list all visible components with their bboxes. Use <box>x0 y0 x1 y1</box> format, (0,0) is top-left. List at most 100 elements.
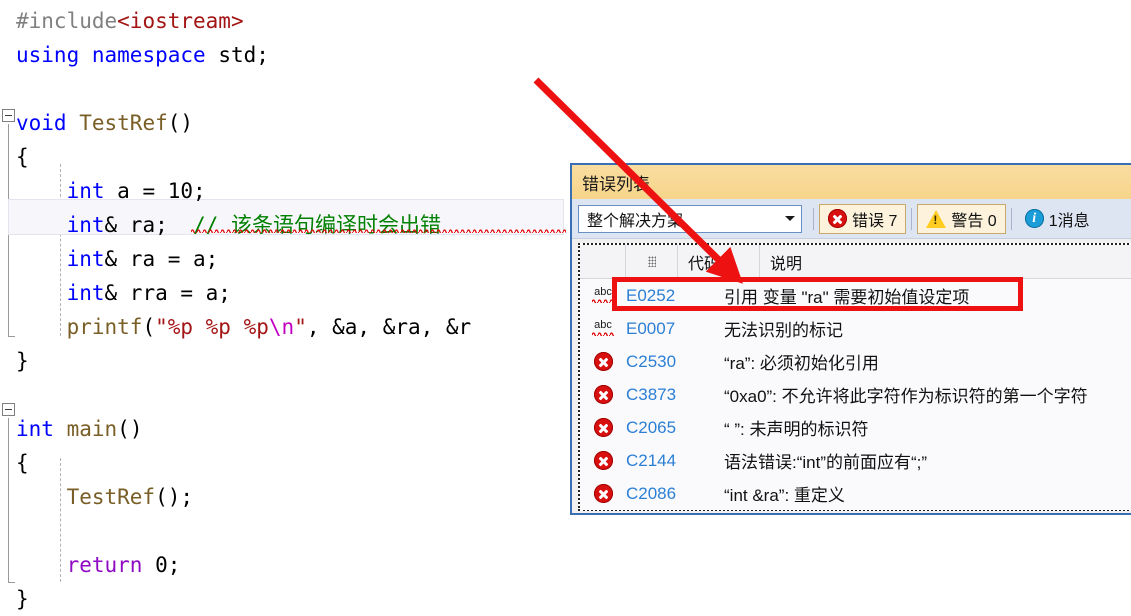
code-line[interactable]: TestRef(); <box>0 480 193 514</box>
code-line-text: } <box>0 582 29 616</box>
code-token: () <box>167 111 194 135</box>
abc-squiggle-icon: abc <box>590 286 616 306</box>
code-line[interactable]: { <box>0 446 29 480</box>
code-line[interactable]: } <box>0 344 29 378</box>
error-row-code: C3873 <box>626 384 677 404</box>
warnings-filter-button[interactable]: 警告 0 <box>917 203 1006 234</box>
code-token: int <box>16 417 54 441</box>
code-line[interactable] <box>0 72 16 106</box>
code-token: & ra = a; <box>104 247 219 271</box>
toolbar-separator <box>911 207 913 230</box>
code-token: int <box>66 247 105 271</box>
code-token: \n <box>268 315 295 339</box>
code-token: , &a, &ra, &r <box>306 315 472 339</box>
code-token: main <box>66 417 118 441</box>
messages-filter-button[interactable]: 1消息 <box>1017 204 1098 234</box>
error-row[interactable]: abc E0007 无法识别的标记 <box>580 312 1131 345</box>
code-line-text: void TestRef() <box>0 106 193 140</box>
code-token: (); <box>155 485 194 509</box>
errors-filter-button[interactable]: 错误 7 <box>819 203 907 234</box>
error-row-icon-cell <box>580 418 626 437</box>
code-token: a = <box>104 179 168 203</box>
error-list-toolbar[interactable]: 整个解决方案 错误 7 警告 0 1消息 <box>572 199 1131 239</box>
code-line[interactable]: int& ra; // 该条语句编译时会出错 <box>0 208 441 242</box>
code-line[interactable] <box>0 378 16 412</box>
code-token: void <box>16 111 67 135</box>
code-line-text: } <box>0 344 29 378</box>
error-list-grid[interactable]: 代码 说明 abc E0252 引用 变量 "ra" 需要初始值设定项 abc E000… <box>578 243 1131 511</box>
code-token: () <box>117 417 143 441</box>
code-token: { <box>16 145 29 169</box>
error-row-code: C2530 <box>626 351 677 371</box>
toolbar-separator <box>1010 207 1012 230</box>
code-token: TestRef <box>79 111 168 135</box>
error-row-icon-cell <box>580 352 626 371</box>
column-header-icon[interactable] <box>580 245 626 278</box>
code-line[interactable]: return 0; <box>0 548 181 582</box>
code-line[interactable] <box>0 514 16 548</box>
info-icon <box>1024 209 1044 228</box>
abc-icon-text: abc <box>594 285 612 298</box>
code-token: printf <box>66 315 143 339</box>
code-token: int <box>66 281 105 305</box>
code-line[interactable]: #include<iostream> <box>0 4 244 38</box>
error-row-code: E0252 <box>626 285 676 305</box>
error-list-panel[interactable]: 错误列表 整个解决方案 错误 7 警告 0 1消息 代码 <box>570 163 1131 515</box>
error-row-description: “ ”: 未声明的标识符 <box>724 420 869 439</box>
abc-icon-squiggle <box>592 330 614 336</box>
code-token: ; <box>256 43 269 67</box>
error-row[interactable]: abc E0252 引用 变量 "ra" 需要初始值设定项 <box>580 279 1131 312</box>
code-line[interactable]: int& rra = a; <box>0 276 231 310</box>
code-token: return <box>66 553 143 577</box>
scope-dropdown[interactable]: 整个解决方案 <box>578 204 802 233</box>
error-row[interactable]: C2065 “ ”: 未声明的标识符 <box>580 411 1131 444</box>
abc-icon-text: abc <box>594 318 612 331</box>
error-row-icon-cell <box>580 385 626 404</box>
error-row[interactable]: C2086 “int &ra”: 重定义 <box>580 477 1131 510</box>
code-token: ( <box>142 315 156 339</box>
abc-squiggle-icon: abc <box>590 319 616 339</box>
toolbar-separator <box>813 207 814 230</box>
error-row[interactable]: C2530 “ra”: 必须初始化引用 <box>580 345 1131 378</box>
error-row-description: 无法识别的标记 <box>724 321 843 340</box>
error-row-code: C2086 <box>626 483 677 503</box>
code-token: ; <box>193 179 206 203</box>
code-line-text: return 0; <box>0 548 181 582</box>
error-row[interactable]: C3873 “0xa0”: 不允许将此字符作为标识符的第一个字符 <box>580 378 1131 411</box>
code-token: ; <box>167 553 181 577</box>
error-list-titlebar: 错误列表 <box>572 165 1131 199</box>
error-icon <box>593 385 613 404</box>
code-line[interactable]: printf("%p %p %p\n", &a, &ra, &r <box>0 310 472 344</box>
code-line-text: using namespace std; <box>0 38 269 72</box>
column-header-code[interactable]: 代码 <box>678 245 760 278</box>
code-line-text: #include<iostream> <box>0 4 244 38</box>
grip-dots-icon <box>647 256 656 267</box>
code-line[interactable]: using namespace std; <box>0 38 269 72</box>
code-line-text: printf("%p %p %p\n", &a, &ra, &r <box>0 310 472 344</box>
code-line[interactable]: } <box>0 582 29 616</box>
messages-filter-label: 1消息 <box>1048 212 1090 230</box>
code-token: <iostream> <box>117 9 244 33</box>
code-token: using <box>16 43 80 67</box>
code-line[interactable]: int a = 10; <box>0 174 206 208</box>
code-token: 10 <box>167 179 194 203</box>
code-line[interactable]: void TestRef() <box>0 106 193 140</box>
error-row-description: “0xa0”: 不允许将此字符作为标识符的第一个字符 <box>724 387 1088 406</box>
errors-filter-label: 错误 7 <box>852 212 898 230</box>
code-line[interactable]: int& ra = a; <box>0 242 219 276</box>
column-header-grip[interactable] <box>626 245 678 278</box>
code-line[interactable]: int main() <box>0 412 142 446</box>
code-line-text: int a = 10; <box>0 174 206 208</box>
chevron-down-icon <box>785 216 795 221</box>
error-list-rows[interactable]: abc E0252 引用 变量 "ra" 需要初始值设定项 abc E0007 无法识别的… <box>580 279 1131 510</box>
code-line[interactable]: { <box>0 140 29 174</box>
code-token: & ra; <box>104 213 194 237</box>
code-line-text: int& ra = a; <box>0 242 219 276</box>
error-list-column-headers[interactable]: 代码 说明 <box>580 245 1131 279</box>
error-row[interactable]: C2144 语法错误:“int”的前面应有“;” <box>580 444 1131 477</box>
code-token: 0 <box>155 553 168 577</box>
column-header-description[interactable]: 说明 <box>760 245 1131 278</box>
code-token: & rra = a; <box>104 281 231 305</box>
code-line-text: int main() <box>0 412 142 446</box>
